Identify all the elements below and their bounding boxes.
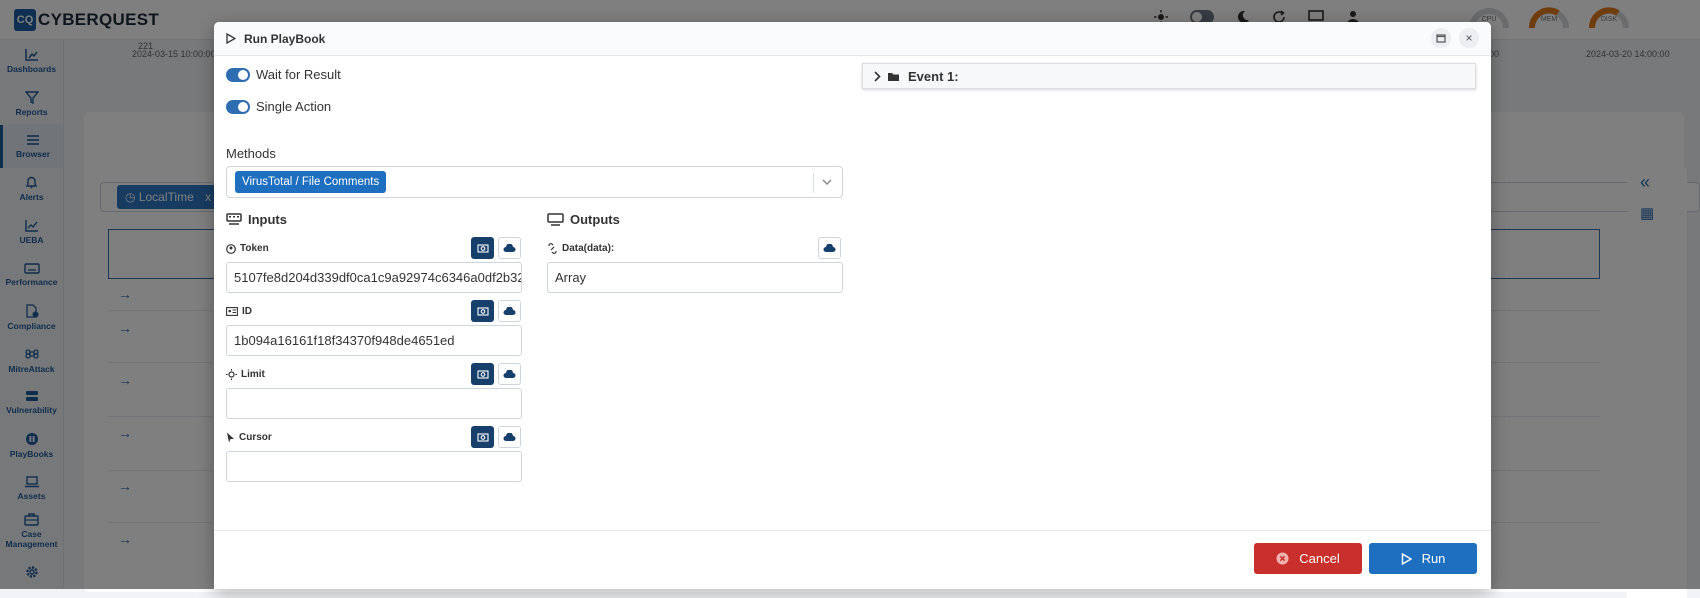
- event-title: Event 1:: [908, 68, 959, 84]
- token-cloud-button[interactable]: [498, 237, 521, 259]
- maximize-icon: [1436, 33, 1446, 43]
- cloud-icon: [823, 243, 836, 252]
- event-panel[interactable]: Event 1:: [862, 63, 1476, 89]
- wait-for-result-toggle[interactable]: [226, 67, 250, 82]
- id-camera-button[interactable]: [471, 300, 494, 322]
- limit-input[interactable]: [226, 388, 522, 419]
- single-action-toggle[interactable]: [226, 99, 250, 114]
- wait-for-result-label: Wait for Result: [256, 67, 341, 82]
- wait-for-result-row: Wait for Result: [226, 67, 341, 82]
- chevron-down-icon: [822, 179, 832, 185]
- folder-icon: [888, 72, 899, 81]
- cloud-icon: [503, 243, 516, 252]
- id-input[interactable]: 1b094a16161f18f34370f948de4651ed: [226, 325, 522, 356]
- cloud-icon: [503, 369, 516, 378]
- cursor-label-text: Cursor: [239, 432, 272, 443]
- run-button-label: Run: [1421, 551, 1446, 566]
- cursor-cloud-button[interactable]: [498, 426, 521, 448]
- token-label-text: Token: [240, 243, 269, 254]
- data-output-label: Data(data):: [547, 243, 614, 254]
- id-label: ID: [226, 306, 252, 317]
- user-circle-icon: [226, 243, 236, 254]
- limit-label-text: Limit: [241, 369, 265, 380]
- chevron-right-icon: [874, 70, 881, 82]
- outputs-title: Outputs: [547, 212, 620, 227]
- run-button[interactable]: Run: [1369, 543, 1477, 574]
- token-label: Token: [226, 243, 269, 254]
- outputs-title-text: Outputs: [570, 212, 620, 227]
- cancel-circle-icon: [1276, 552, 1289, 565]
- camera-icon: [476, 307, 489, 316]
- link-icon: [548, 243, 557, 254]
- methods-select[interactable]: VirusTotal / File Comments: [226, 166, 843, 198]
- monitor-icon: [547, 213, 564, 226]
- camera-icon: [476, 433, 489, 442]
- single-action-label: Single Action: [256, 99, 332, 114]
- cloud-icon: [503, 306, 516, 315]
- data-output-input[interactable]: Array: [547, 262, 843, 293]
- data-output-cloud-button[interactable]: [818, 237, 841, 259]
- play-icon: [1401, 552, 1412, 565]
- cancel-button-label: Cancel: [1299, 551, 1340, 566]
- play-icon: [226, 33, 236, 44]
- single-action-row: Single Action: [226, 99, 331, 114]
- methods-label: Methods: [226, 146, 276, 161]
- close-icon: ×: [1465, 31, 1473, 45]
- token-camera-button[interactable]: [471, 237, 494, 259]
- token-input[interactable]: 5107fe8d204d339df0ca1c9a92974c6346a0df2b…: [226, 262, 522, 293]
- limit-cloud-button[interactable]: [498, 363, 521, 385]
- modal-footer-divider: [214, 530, 1491, 531]
- cancel-button[interactable]: Cancel: [1254, 543, 1362, 574]
- keyboard-icon: [226, 213, 242, 225]
- method-tag[interactable]: VirusTotal / File Comments: [235, 171, 387, 193]
- sun-icon: [226, 369, 237, 380]
- cursor-input[interactable]: [226, 451, 522, 482]
- limit-camera-button[interactable]: [471, 363, 494, 385]
- id-cloud-button[interactable]: [498, 300, 521, 322]
- run-playbook-modal: Run PlayBook × Wait for Result Single Ac…: [214, 22, 1491, 589]
- modal-header: Run PlayBook ×: [214, 22, 1491, 56]
- cloud-icon: [503, 432, 516, 441]
- inputs-title-text: Inputs: [248, 212, 287, 227]
- cursor-label: Cursor: [226, 432, 272, 443]
- cursor-camera-button[interactable]: [471, 426, 494, 448]
- id-card-icon: [226, 307, 238, 316]
- data-output-label-text: Data(data):: [562, 243, 615, 254]
- cursor-icon: [227, 432, 234, 443]
- close-button[interactable]: ×: [1459, 28, 1479, 48]
- limit-label: Limit: [226, 369, 265, 380]
- camera-icon: [476, 244, 489, 253]
- maximize-button[interactable]: [1431, 28, 1451, 48]
- camera-icon: [476, 370, 489, 379]
- inputs-title: Inputs: [226, 212, 287, 227]
- select-separator: [813, 173, 814, 193]
- modal-title: Run PlayBook: [244, 31, 326, 46]
- id-label-text: ID: [242, 306, 252, 317]
